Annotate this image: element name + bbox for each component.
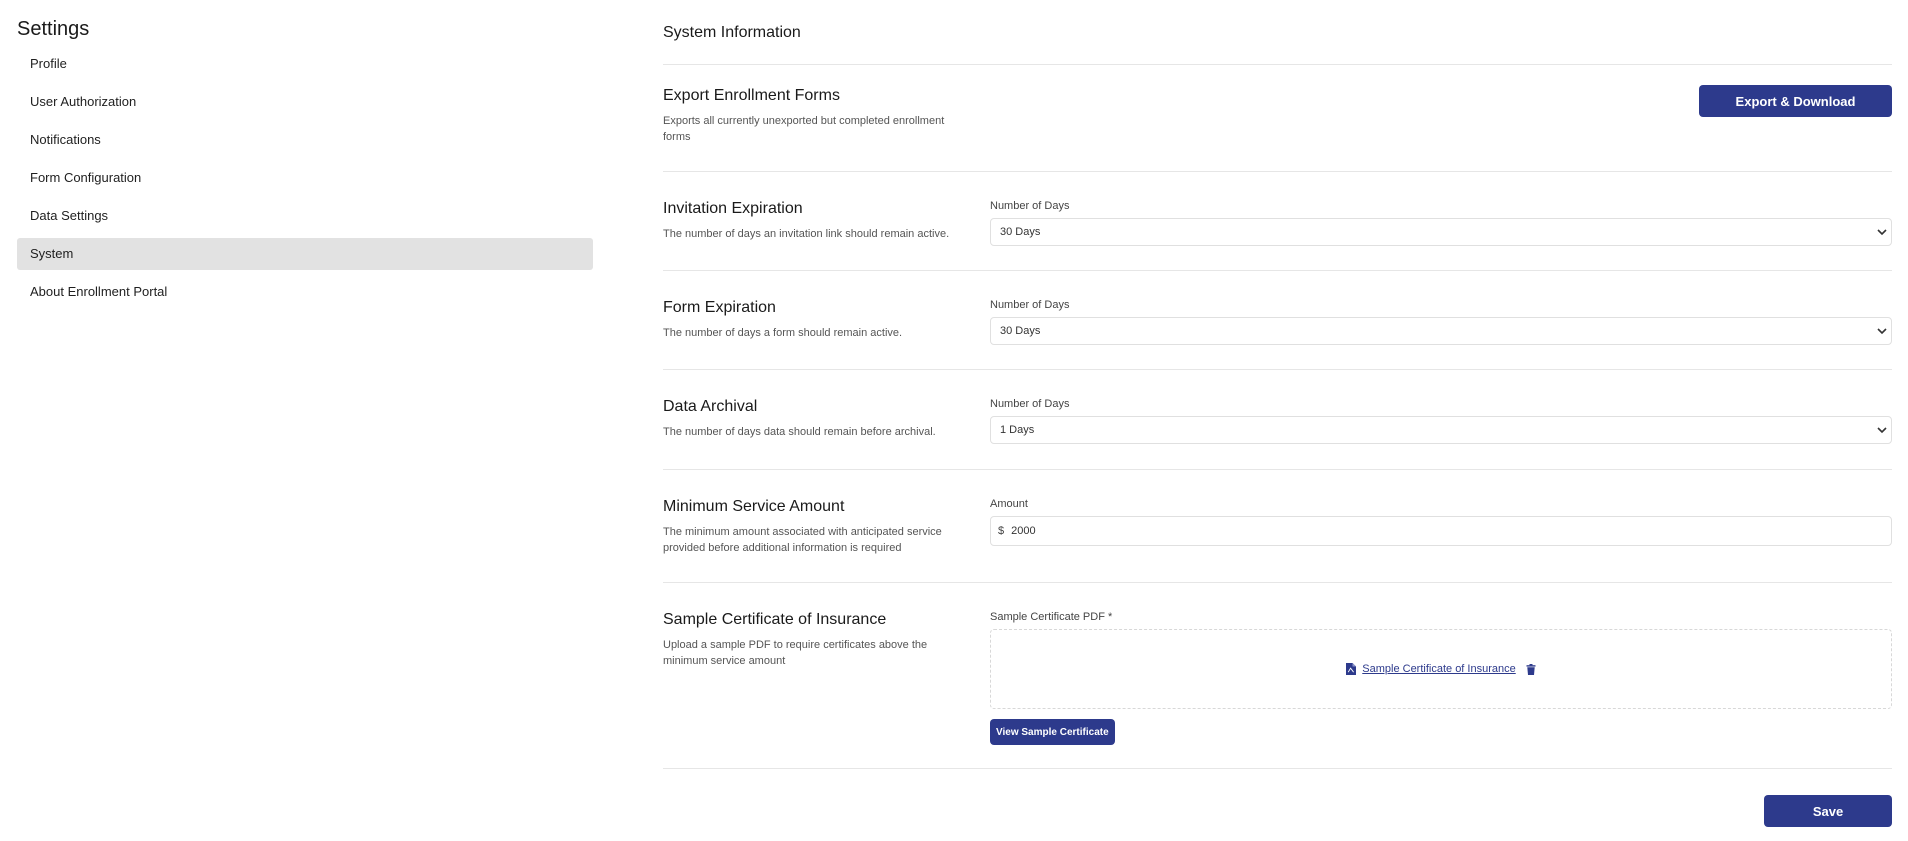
minimum-service-description: The minimum amount associated with antic… <box>663 526 942 554</box>
sidebar-item-about[interactable]: About Enrollment Portal <box>17 276 593 308</box>
certificate-pdf-label: Sample Certificate PDF * <box>990 611 1113 623</box>
trash-icon[interactable] <box>1526 663 1536 675</box>
settings-page: Settings Profile User Authorization Noti… <box>0 0 1908 841</box>
invitation-expiration-title: Invitation Expiration <box>663 200 803 217</box>
certificate-file-link[interactable]: Sample Certificate of Insurance <box>1362 663 1515 675</box>
export-download-button[interactable]: Export & Download <box>1699 85 1892 117</box>
sidebar-item-user-authorization[interactable]: User Authorization <box>17 86 593 118</box>
invitation-days-value: 30 Days <box>1000 226 1041 238</box>
amount-field[interactable]: $ <box>990 516 1892 546</box>
chevron-down-icon <box>1877 229 1887 236</box>
save-button[interactable]: Save <box>1764 795 1892 827</box>
pdf-file-icon <box>1346 663 1357 675</box>
archival-days-value: 1 Days <box>1000 424 1035 436</box>
invitation-days-label: Number of Days <box>990 200 1070 212</box>
sidebar-item-notifications[interactable]: Notifications <box>17 124 593 156</box>
minimum-service-title: Minimum Service Amount <box>663 498 845 515</box>
form-expiration-description: The number of days a form should remain … <box>663 327 903 339</box>
amount-label: Amount <box>990 498 1028 510</box>
export-description: Exports all currently unexported but com… <box>663 115 945 143</box>
invitation-expiration-section: Invitation Expiration The number of days… <box>663 172 1892 271</box>
invitation-days-select[interactable]: 30 Days <box>990 218 1892 246</box>
main-content: System Information Export Enrollment For… <box>663 0 1892 827</box>
data-archival-description: The number of days data should remain be… <box>663 426 936 438</box>
certificate-section: Sample Certificate of Insurance Upload a… <box>663 583 1892 769</box>
sidebar-item-data-settings[interactable]: Data Settings <box>17 200 593 232</box>
form-expiration-title: Form Expiration <box>663 299 776 316</box>
export-section: Export Enrollment Forms Exports all curr… <box>663 65 1892 172</box>
data-archival-title: Data Archival <box>663 398 758 415</box>
certificate-description: Upload a sample PDF to require certifica… <box>663 639 928 667</box>
view-sample-certificate-button[interactable]: View Sample Certificate <box>990 719 1115 745</box>
invitation-expiration-description: The number of days an invitation link sh… <box>663 228 950 240</box>
data-archival-section: Data Archival The number of days data sh… <box>663 370 1892 470</box>
export-title: Export Enrollment Forms <box>663 87 840 104</box>
chevron-down-icon <box>1877 328 1887 335</box>
sidebar-item-profile[interactable]: Profile <box>17 48 593 80</box>
form-expiration-section: Form Expiration The number of days a for… <box>663 271 1892 370</box>
form-days-label: Number of Days <box>990 299 1070 311</box>
currency-symbol: $ <box>998 525 1005 537</box>
form-days-select[interactable]: 30 Days <box>990 317 1892 345</box>
sidebar-item-system[interactable]: System <box>17 238 593 270</box>
page-title: System Information <box>663 0 1892 65</box>
archival-days-select[interactable]: 1 Days <box>990 416 1892 444</box>
sidebar-item-form-configuration[interactable]: Form Configuration <box>17 162 593 194</box>
certificate-upload-area[interactable]: Sample Certificate of Insurance <box>990 629 1892 709</box>
amount-input[interactable] <box>1011 525 1891 537</box>
minimum-service-section: Minimum Service Amount The minimum amoun… <box>663 470 1892 583</box>
certificate-title: Sample Certificate of Insurance <box>663 611 887 628</box>
sidebar-title: Settings <box>17 18 90 40</box>
chevron-down-icon <box>1877 427 1887 434</box>
form-days-value: 30 Days <box>1000 325 1041 337</box>
archival-days-label: Number of Days <box>990 398 1070 410</box>
settings-sidebar: Settings Profile User Authorization Noti… <box>17 16 593 314</box>
